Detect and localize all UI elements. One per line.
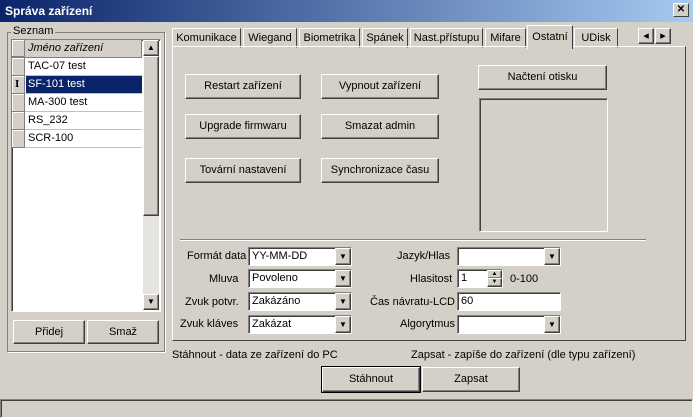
- list-item-label: SCR-100: [28, 132, 74, 144]
- language-select[interactable]: ▼: [457, 247, 561, 266]
- row-indicator: I: [12, 76, 25, 94]
- algorithm-select[interactable]: ▼: [457, 315, 561, 334]
- load-fingerprint-button[interactable]: Načtení otisku: [478, 65, 607, 90]
- sync-time-button[interactable]: Synchronizace času: [321, 158, 439, 183]
- lcd-return-value: 60: [461, 295, 474, 307]
- volume-value: 1: [461, 272, 468, 284]
- row-indicator: [12, 130, 25, 148]
- list-item-label: MA-300 test: [28, 96, 88, 108]
- factory-reset-button[interactable]: Tovární nastavení: [185, 158, 301, 183]
- upgrade-firmware-button[interactable]: Upgrade firmwaru: [185, 114, 301, 139]
- list-item-label: TAC-07 test: [28, 60, 86, 72]
- lcd-return-label: Čas návratu-LCD: [370, 296, 455, 308]
- key-sound-select[interactable]: Zakázat ▼: [248, 315, 352, 334]
- row-indicator: [12, 112, 25, 130]
- status-bar: [0, 399, 693, 418]
- device-list[interactable]: Jméno zařízení TAC-07 test I SF-101 test…: [11, 39, 161, 312]
- dropdown-arrow-icon[interactable]: ▼: [335, 316, 351, 333]
- list-scrollbar[interactable]: ▲ ▼: [143, 40, 159, 310]
- scroll-up-icon[interactable]: ▲: [143, 40, 159, 56]
- tab-scroll-right-icon[interactable]: ▸: [655, 28, 671, 44]
- dropdown-arrow-icon[interactable]: ▼: [544, 316, 560, 333]
- list-item[interactable]: TAC-07 test: [12, 58, 142, 76]
- list-item-label: SF-101 test: [28, 78, 85, 90]
- lcd-return-input[interactable]: 60: [457, 292, 561, 311]
- list-item[interactable]: RS_232: [12, 112, 142, 130]
- row-indicator: [12, 58, 25, 76]
- volume-range: 0-100: [510, 273, 539, 285]
- spin-down-icon[interactable]: ▼: [487, 278, 502, 287]
- date-format-value: YY-MM-DD: [252, 250, 308, 262]
- restart-device-button[interactable]: Restart zařízení: [185, 74, 301, 99]
- download-hint: Stáhnout - data ze zařízení do PC: [172, 349, 338, 361]
- speech-select[interactable]: Povoleno ▼: [248, 269, 352, 288]
- shutdown-device-button[interactable]: Vypnout zařízení: [321, 74, 439, 99]
- fingerprint-preview: [479, 98, 608, 232]
- tab-ostatni[interactable]: Ostatní: [527, 25, 573, 49]
- list-item-label: RS_232: [28, 114, 68, 126]
- upload-hint: Zapsat - zapíše do zařízení (dle typu za…: [411, 349, 636, 361]
- confirm-sound-value: Zakázáno: [252, 295, 301, 307]
- tab-mifare[interactable]: Mifare: [485, 28, 526, 48]
- key-sound-label: Zvuk kláves: [180, 318, 239, 330]
- close-icon[interactable]: ✕: [673, 3, 689, 17]
- download-button[interactable]: Stáhnout: [321, 366, 421, 393]
- tab-udisk[interactable]: UDisk: [574, 28, 618, 48]
- list-item-selected[interactable]: I SF-101 test: [12, 76, 142, 94]
- tab-wiegand[interactable]: Wiegand: [243, 28, 297, 48]
- tab-komunikace[interactable]: Komunikace: [172, 28, 241, 48]
- language-label: Jazyk/Hlas: [397, 250, 451, 262]
- tab-spanek[interactable]: Spánek: [362, 28, 408, 48]
- add-device-button[interactable]: Přidej: [13, 320, 85, 344]
- tab-nast-pristupu[interactable]: Nast.přístupu: [410, 28, 483, 48]
- title-bar: Správa zařízení ✕: [0, 0, 693, 22]
- dropdown-arrow-icon[interactable]: ▼: [335, 293, 351, 310]
- key-sound-value: Zakázat: [252, 318, 292, 330]
- column-header-name: Jméno zařízení: [28, 42, 104, 54]
- header-indicator: [12, 40, 25, 57]
- algorithm-label: Algorytmus: [400, 318, 456, 330]
- list-item[interactable]: MA-300 test: [12, 94, 142, 112]
- volume-stepper[interactable]: 1 ▲ ▼: [457, 269, 503, 288]
- row-indicator: [12, 94, 25, 112]
- tab-biometrika[interactable]: Biometrika: [299, 28, 360, 48]
- upload-button[interactable]: Zapsat: [422, 367, 520, 392]
- scroll-down-icon[interactable]: ▼: [143, 294, 159, 310]
- dropdown-arrow-icon[interactable]: ▼: [335, 248, 351, 265]
- date-format-select[interactable]: YY-MM-DD ▼: [248, 247, 352, 266]
- date-format-label: Formát data: [187, 250, 247, 262]
- window-title: Správa zařízení: [5, 4, 93, 18]
- device-list-header[interactable]: Jméno zařízení: [12, 40, 142, 58]
- confirm-sound-select[interactable]: Zakázáno ▼: [248, 292, 352, 311]
- clear-admin-button[interactable]: Smazat admin: [321, 114, 439, 139]
- list-item[interactable]: SCR-100: [12, 130, 142, 148]
- dropdown-arrow-icon[interactable]: ▼: [335, 270, 351, 287]
- text-cursor-icon: I: [15, 78, 20, 90]
- scroll-thumb[interactable]: [143, 56, 159, 216]
- volume-label: Hlasitost: [410, 273, 453, 285]
- delete-device-button[interactable]: Smaž: [87, 320, 159, 344]
- panel-separator: [180, 239, 646, 241]
- confirm-sound-label: Zvuk potvr.: [185, 296, 239, 308]
- speech-value: Povoleno: [252, 272, 298, 284]
- tab-scroll-left-icon[interactable]: ◂: [638, 28, 654, 44]
- device-list-group-label: Seznam: [11, 25, 56, 37]
- speech-label: Mluva: [209, 273, 239, 285]
- dropdown-arrow-icon[interactable]: ▼: [544, 248, 560, 265]
